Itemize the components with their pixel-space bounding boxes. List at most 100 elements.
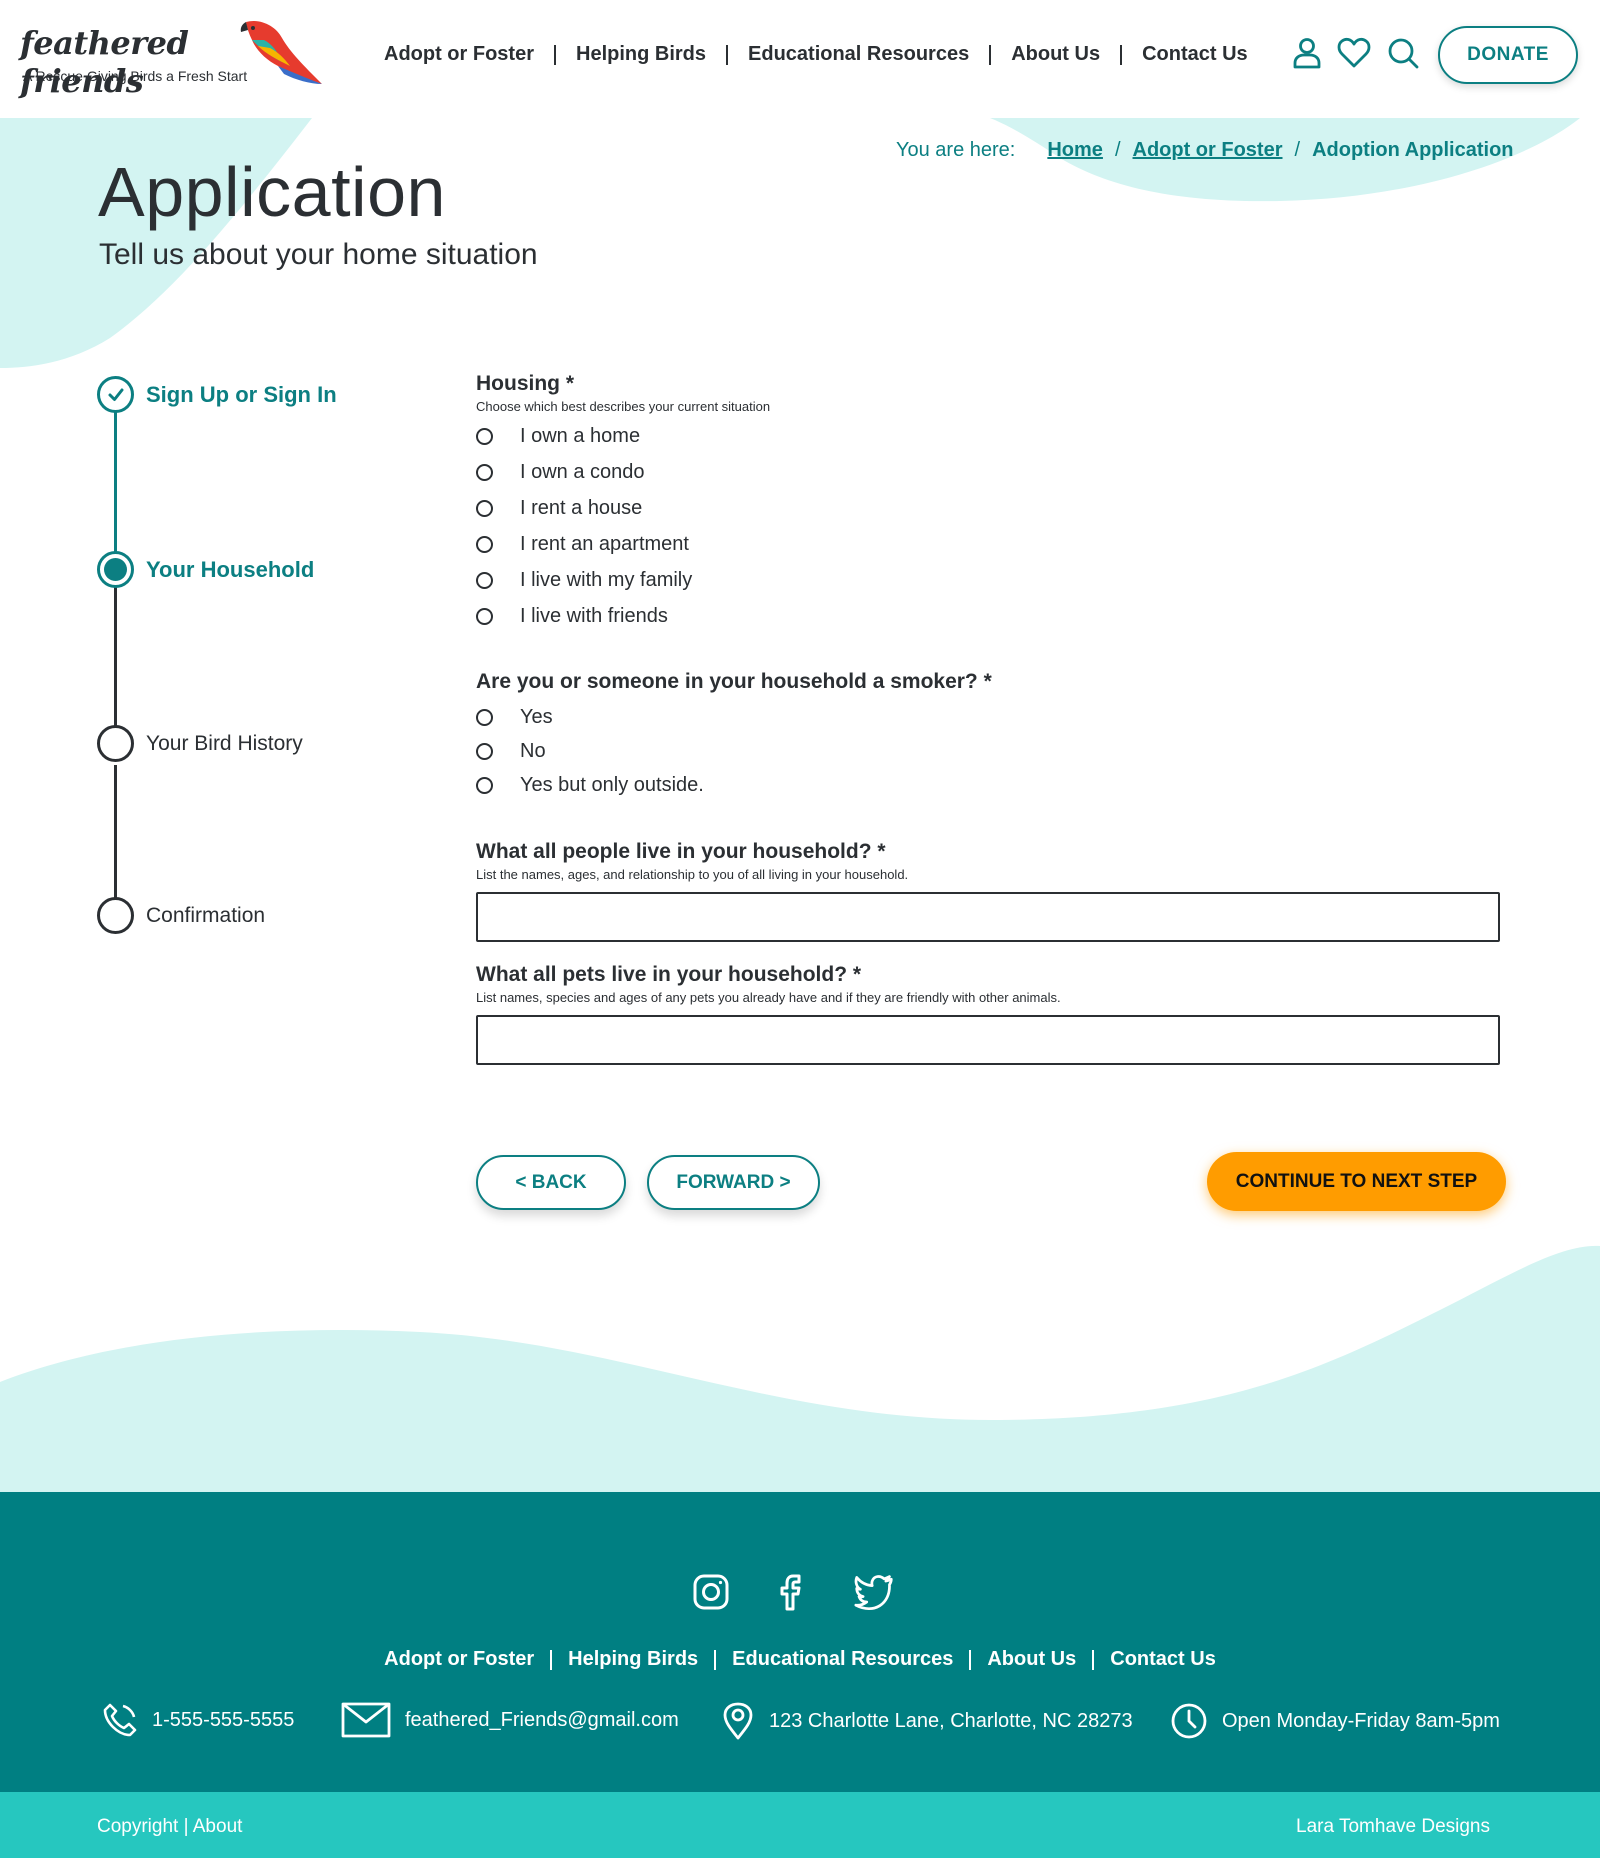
smoker-option-outside-only[interactable]: Yes but only outside. <box>476 768 992 802</box>
clock-icon <box>1171 1703 1207 1739</box>
step-your-bird-history[interactable]: Your Bird History <box>97 725 303 762</box>
smoker-options: Yes No Yes but only outside. <box>476 700 992 802</box>
twitter-icon[interactable] <box>854 1572 894 1612</box>
radio-button[interactable] <box>476 463 493 481</box>
smoker-title: Are you or someone in your household a s… <box>476 670 992 693</box>
step-confirmation[interactable]: Confirmation <box>97 897 265 934</box>
copyright-text[interactable]: Copyright | About <box>97 1816 242 1838</box>
bottom-wave-decoration <box>0 1245 1600 1492</box>
smoker-question: Are you or someone in your household a s… <box>476 670 992 802</box>
footer-phone[interactable]: 1-555-555-5555 <box>102 1702 294 1738</box>
radio-button[interactable] <box>476 427 493 445</box>
footer-address-text: 123 Charlotte Lane, Charlotte, NC 28273 <box>769 1709 1133 1732</box>
pets-help: List names, species and ages of any pets… <box>476 990 1061 1005</box>
footer-nav-divider <box>550 1649 553 1670</box>
nav-divider <box>726 44 729 65</box>
page-subtitle: Tell us about your home situation <box>99 238 538 271</box>
step-your-household[interactable]: Your Household <box>97 551 314 588</box>
radio-button[interactable] <box>476 708 493 726</box>
smoker-option-yes[interactable]: Yes <box>476 700 992 734</box>
radio-button[interactable] <box>476 571 493 589</box>
radio-label: I rent an apartment <box>520 532 689 555</box>
footer-nav-helping-birds[interactable]: Helping Birds <box>568 1648 698 1671</box>
radio-button[interactable] <box>476 742 493 760</box>
housing-option-own-condo[interactable]: I own a condo <box>476 454 770 490</box>
step-upcoming-marker <box>97 725 134 762</box>
people-input[interactable] <box>476 892 1500 942</box>
nav-educational-resources[interactable]: Educational Resources <box>748 43 969 66</box>
step-complete-marker <box>97 376 134 413</box>
radio-label: Yes <box>520 705 553 728</box>
smoker-option-no[interactable]: No <box>476 734 992 768</box>
radio-button[interactable] <box>476 499 493 517</box>
radio-button[interactable] <box>476 607 493 625</box>
housing-option-live-with-friends[interactable]: I live with friends <box>476 598 770 634</box>
heart-icon[interactable] <box>1337 36 1371 70</box>
breadcrumb-label: You are here: <box>896 139 1016 161</box>
pets-input[interactable] <box>476 1015 1500 1065</box>
housing-title: Housing * <box>476 372 574 395</box>
footer-nav-divider <box>1092 1649 1095 1670</box>
checkmark-icon <box>108 388 123 401</box>
site-footer: Adopt or Foster Helping Birds Educationa… <box>0 1492 1600 1792</box>
footer-nav-about-us[interactable]: About Us <box>987 1648 1076 1671</box>
back-button[interactable]: < BACK <box>476 1155 626 1210</box>
brand-tagline: A Rescue Giving Birds a Fresh Start <box>23 68 248 84</box>
forward-button[interactable]: FORWARD > <box>647 1155 820 1210</box>
donate-button[interactable]: DONATE <box>1438 26 1578 84</box>
nav-helping-birds[interactable]: Helping Birds <box>576 43 706 66</box>
breadcrumb-adopt-link[interactable]: Adopt or Foster <box>1133 139 1283 162</box>
breadcrumb-separator: / <box>1114 139 1121 161</box>
breadcrumb-home-link[interactable]: Home <box>1047 139 1103 162</box>
pets-question: What all pets live in your household? * … <box>476 963 1500 1065</box>
housing-options: I own a home I own a condo I rent a hous… <box>476 418 770 634</box>
phone-icon <box>103 1703 137 1737</box>
facebook-icon[interactable] <box>772 1572 812 1612</box>
footer-address[interactable]: 123 Charlotte Lane, Charlotte, NC 28273 <box>721 1702 1133 1740</box>
nav-about-us[interactable]: About Us <box>1011 43 1100 66</box>
main-nav: Adopt or Foster Helping Birds Educationa… <box>384 43 1248 66</box>
continue-button[interactable]: CONTINUE TO NEXT STEP <box>1207 1152 1506 1211</box>
nav-divider <box>554 44 556 65</box>
footer-nav: Adopt or Foster Helping Birds Educationa… <box>0 1648 1600 1671</box>
people-help: List the names, ages, and relationship t… <box>476 867 909 882</box>
radio-button[interactable] <box>476 776 493 794</box>
radio-label: I own a condo <box>520 460 645 483</box>
housing-option-own-home[interactable]: I own a home <box>476 418 770 454</box>
radio-label: No <box>520 739 546 762</box>
radio-label: I rent a house <box>520 496 643 519</box>
user-icon[interactable] <box>1290 36 1324 70</box>
footer-email[interactable]: feathered_Friends@gmail.com <box>341 1702 679 1738</box>
brand-logo[interactable]: feathered friends A Rescue Giving Birds … <box>20 18 322 100</box>
housing-option-rent-apartment[interactable]: I rent an apartment <box>476 526 770 562</box>
people-title: What all people live in your household? … <box>476 840 886 863</box>
footer-nav-contact-us[interactable]: Contact Us <box>1110 1648 1216 1671</box>
step-label: Your Household <box>146 556 315 582</box>
step-sign-up-or-sign-in[interactable]: Sign Up or Sign In <box>97 376 337 413</box>
people-question: What all people live in your household? … <box>476 840 1500 942</box>
radio-label: I live with my family <box>520 568 693 591</box>
housing-option-rent-house[interactable]: I rent a house <box>476 490 770 526</box>
footer-nav-divider <box>969 1649 972 1670</box>
step-label: Confirmation <box>146 903 266 927</box>
pets-title: What all pets live in your household? * <box>476 963 862 986</box>
nav-adopt-or-foster[interactable]: Adopt or Foster <box>384 43 534 66</box>
nav-contact-us[interactable]: Contact Us <box>1142 43 1248 66</box>
nav-divider <box>989 44 992 65</box>
step-upcoming-marker <box>97 897 134 934</box>
housing-option-live-with-family[interactable]: I live with my family <box>476 562 770 598</box>
search-icon[interactable] <box>1386 36 1420 70</box>
instagram-icon[interactable] <box>691 1572 731 1612</box>
parrot-logo-icon <box>240 20 322 85</box>
step-current-marker <box>97 551 134 588</box>
footer-nav-educational-resources[interactable]: Educational Resources <box>732 1648 953 1671</box>
radio-button[interactable] <box>476 535 493 553</box>
step-label: Sign Up or Sign In <box>146 381 337 407</box>
footer-hours-text: Open Monday-Friday 8am-5pm <box>1222 1709 1500 1732</box>
designer-credit: Lara Tomhave Designs <box>1296 1816 1490 1837</box>
footer-nav-divider <box>714 1649 717 1670</box>
footer-phone-text: 1-555-555-5555 <box>152 1708 295 1731</box>
nav-divider <box>1120 44 1123 65</box>
footer-nav-adopt-or-foster[interactable]: Adopt or Foster <box>384 1648 534 1671</box>
radio-label: I live with friends <box>520 604 668 627</box>
